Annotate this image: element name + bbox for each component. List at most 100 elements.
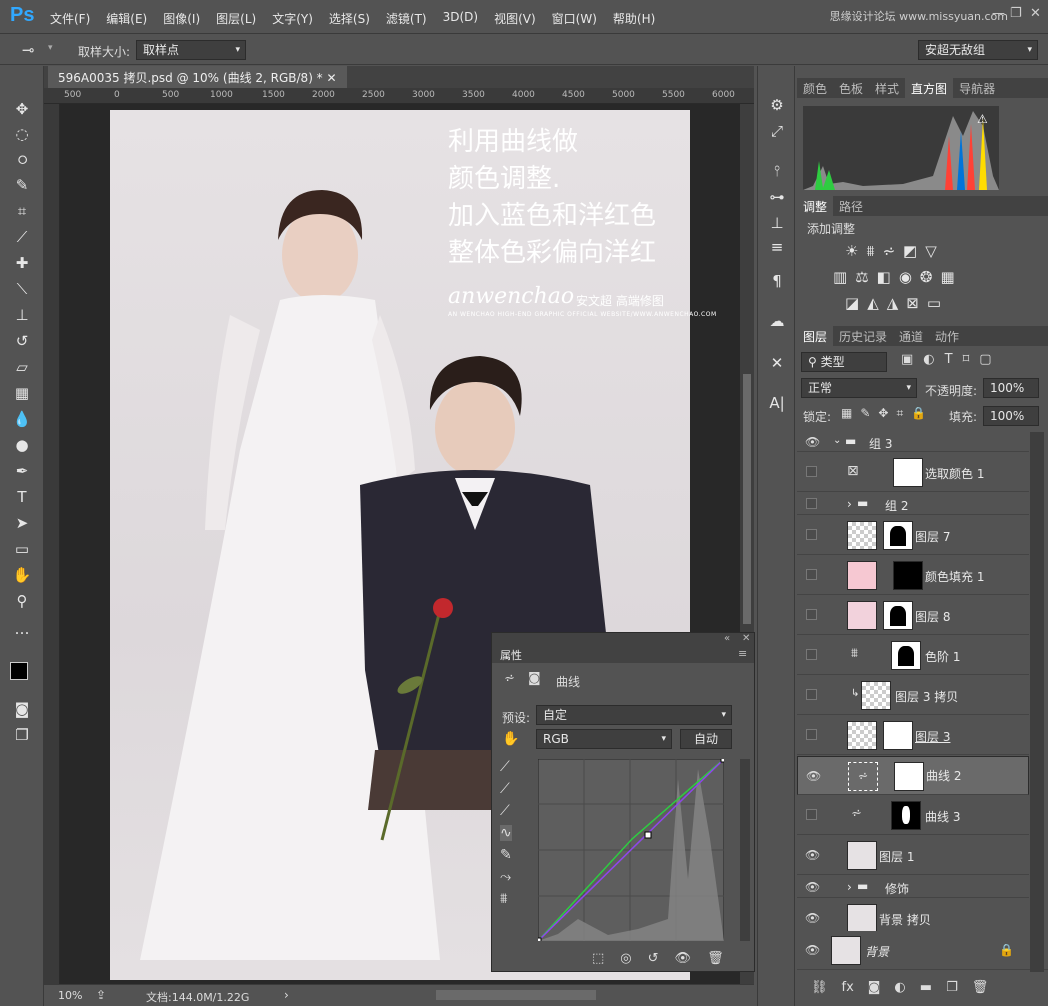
menu-edit[interactable]: 编辑(E) [106, 10, 147, 27]
foreground-color-swatch[interactable] [10, 662, 28, 680]
layer-row[interactable]: ⩩ 色阶 1 [797, 636, 1029, 675]
channel-select[interactable]: RGB ▾ [536, 729, 672, 749]
menu-layer[interactable]: 图层(L) [216, 10, 256, 27]
menu-filter[interactable]: 滤镜(T) [386, 10, 427, 27]
quick-mask-icon[interactable]: ◙ [10, 698, 34, 720]
link-layers-icon[interactable]: ⛓ [811, 980, 828, 1006]
minimize-button[interactable]: — [992, 6, 1005, 21]
posterize-icon[interactable]: ◭ [867, 294, 879, 312]
expand-icon[interactable]: ⌄ [833, 435, 841, 446]
menu-type[interactable]: 文字(Y) [272, 10, 313, 27]
invert-icon[interactable]: ◪ [845, 294, 859, 312]
threshold-icon[interactable]: ◮ [887, 294, 899, 312]
tab-styles[interactable]: 样式 [869, 78, 905, 98]
layer-row[interactable]: ⩫ 曲线 3 [797, 796, 1029, 835]
visibility-box[interactable] [806, 609, 817, 620]
color-lookup-icon[interactable]: ▦ [941, 268, 955, 286]
exposure-icon[interactable]: ◩ [903, 242, 917, 260]
crop-tool-icon[interactable]: ⌗ [10, 200, 34, 222]
pencil-icon[interactable]: ✎ [500, 847, 512, 863]
auto-button[interactable]: 自动 [680, 729, 732, 749]
chevron-down-icon[interactable]: ▾ [48, 43, 53, 53]
selective-color-icon[interactable]: ⊠ [906, 294, 919, 312]
photo-filter-icon[interactable]: ◉ [899, 268, 912, 286]
menu-select[interactable]: 选择(S) [329, 10, 370, 27]
sample-size-select[interactable]: 取样点 ▾ [136, 40, 246, 60]
filter-pixel-icon[interactable]: ▣ [901, 352, 913, 367]
menu-view[interactable]: 视图(V) [494, 10, 536, 27]
visibility-eye-icon[interactable]: 👁 [675, 951, 692, 966]
horizontal-scrollbar[interactable] [436, 990, 596, 1000]
hue-sat-icon[interactable]: ▥ [833, 268, 847, 286]
chevron-right-icon[interactable]: › [847, 880, 852, 894]
visibility-box[interactable] [806, 729, 817, 740]
eye-icon[interactable]: 👁 [805, 880, 820, 894]
filter-type-icon[interactable]: T [945, 352, 953, 367]
adjust-sliders-icon[interactable]: ⊶ [766, 186, 788, 208]
menu-image[interactable]: 图像(I) [163, 10, 200, 27]
tab-swatches[interactable]: 色板 [833, 78, 869, 98]
eye-icon[interactable]: 👁 [805, 943, 820, 957]
tab-paths[interactable]: 路径 [833, 196, 869, 216]
filter-shape-icon[interactable]: ⌑ [963, 352, 970, 367]
zoom-tool-icon[interactable]: ⚲ [10, 590, 34, 612]
lock-move-icon[interactable]: ✥ [878, 406, 888, 421]
layers-scrollbar[interactable] [1030, 432, 1044, 972]
filter-smart-icon[interactable]: ▢ [979, 352, 991, 367]
layer-row-selected[interactable]: 👁 ⩫ 曲线 2 [797, 756, 1029, 795]
smooth-icon[interactable]: ⤳ [500, 869, 512, 885]
eyedropper-icon[interactable]: ⟋ [10, 226, 34, 248]
healing-brush-icon[interactable]: ✚ [10, 252, 34, 274]
clipping-warning-icon[interactable]: ⩩ [500, 891, 512, 907]
trash-icon[interactable]: 🗑 [972, 980, 989, 1006]
share-icon[interactable]: ⇪ [96, 988, 106, 1002]
marquee-tool-icon[interactable]: ◌ [10, 123, 34, 145]
lock-paint-icon[interactable]: ✎ [860, 406, 870, 421]
close-tab-icon[interactable]: ✕ [327, 71, 337, 85]
target-adjust-icon[interactable]: ✋ [502, 731, 519, 747]
shape-tool-icon[interactable]: ▭ [10, 538, 34, 560]
move-tool-icon[interactable]: ✥ [10, 98, 34, 120]
lock-transparent-icon[interactable]: ▦ [841, 406, 852, 421]
mask-icon[interactable]: ◙ [528, 671, 541, 686]
layer-row[interactable]: › ▬ 组 2 [797, 493, 1029, 515]
pen-tool-icon[interactable]: ✒ [10, 460, 34, 482]
paragraph-icon[interactable]: ¶ [766, 270, 788, 292]
more-tools-icon[interactable]: … [10, 618, 34, 640]
hand-tool-icon[interactable]: ✋ [10, 564, 34, 586]
cloud-icon[interactable]: ☁ [766, 310, 788, 332]
transform-panel-icon[interactable]: ⤢ [766, 120, 788, 142]
screen-mode-icon[interactable]: ❐ [10, 724, 34, 746]
curves-icon[interactable]: ⩫ [882, 242, 895, 260]
maximize-button[interactable]: ❐ [1010, 6, 1022, 21]
tab-color[interactable]: 颜色 [797, 78, 833, 98]
delete-icon[interactable]: 🗑 [707, 951, 724, 966]
layer-row[interactable]: 👁 图层 1 [797, 836, 1029, 875]
history-brush-icon[interactable]: ↺ [10, 330, 34, 352]
visibility-box[interactable] [806, 689, 817, 700]
tab-adjustments[interactable]: 调整 [797, 196, 834, 216]
tools-cross-icon[interactable]: ✕ [766, 352, 788, 374]
close-button[interactable]: ✕ [1030, 6, 1041, 21]
character-panel-icon[interactable]: ≡ [766, 236, 788, 258]
lock-artboard-icon[interactable]: ⌗ [896, 406, 903, 421]
workspace-select[interactable]: 安超无敌组 ▾ [918, 40, 1038, 60]
view-previous-icon[interactable]: ◎ [620, 951, 631, 966]
add-mask-icon[interactable]: ◙ [868, 980, 881, 1006]
blend-mode-select[interactable]: 正常 ▾ [801, 378, 917, 398]
visibility-box[interactable] [806, 529, 817, 540]
layer-row[interactable]: 👁 › ▬ 修饰 [797, 876, 1029, 898]
new-layer-icon[interactable]: ❐ [946, 980, 958, 1006]
tab-channels[interactable]: 通道 [893, 326, 929, 346]
close-icon[interactable]: ✕ [742, 633, 750, 644]
gradient-tool-icon[interactable]: ▦ [10, 382, 34, 404]
visibility-box[interactable] [806, 809, 817, 820]
document-tab[interactable]: 596A0035 拷贝.psd @ 10% (曲线 2, RGB/8) * ✕ [48, 66, 347, 88]
reset-icon[interactable]: ↺ [648, 951, 659, 966]
brush-tool-icon[interactable]: ⟍ [10, 278, 34, 300]
channel-mixer-icon[interactable]: ❂ [920, 268, 933, 286]
quick-select-tool-icon[interactable]: ✎ [10, 174, 34, 196]
menu-icon[interactable]: ≡ [738, 647, 747, 660]
adjustment-layer-icon[interactable]: ◐ [894, 980, 905, 1006]
eye-icon[interactable]: 👁 [805, 911, 820, 925]
